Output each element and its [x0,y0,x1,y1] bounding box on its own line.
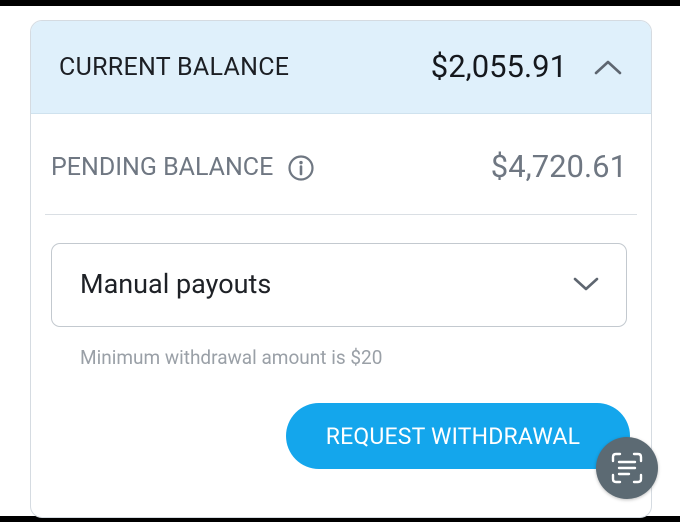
balance-card: CURRENT BALANCE $2,055.91 PENDING BALANC… [30,20,652,518]
pending-balance-value: $4,720.61 [490,148,627,185]
minimum-withdrawal-hint: Minimum withdrawal amount is $20 [80,346,383,369]
app-screen: CURRENT BALANCE $2,055.91 PENDING BALANC… [0,6,680,518]
payout-method-value: Manual payouts [80,268,272,300]
text-scan-icon[interactable] [596,437,658,499]
section-divider [45,214,637,215]
chevron-down-icon [572,272,600,296]
payout-method-select[interactable]: Manual payouts [51,243,627,327]
pending-balance-label: PENDING BALANCE [51,153,274,182]
pending-balance-row: PENDING BALANCE [51,153,315,182]
current-balance-header[interactable]: CURRENT BALANCE $2,055.91 [31,21,651,114]
current-balance-value: $2,055.91 [430,48,567,85]
current-balance-label: CURRENT BALANCE [59,53,290,82]
info-icon[interactable] [287,154,315,182]
request-withdrawal-button[interactable]: REQUEST WITHDRAWAL [286,403,630,469]
chevron-up-icon[interactable] [591,51,625,83]
